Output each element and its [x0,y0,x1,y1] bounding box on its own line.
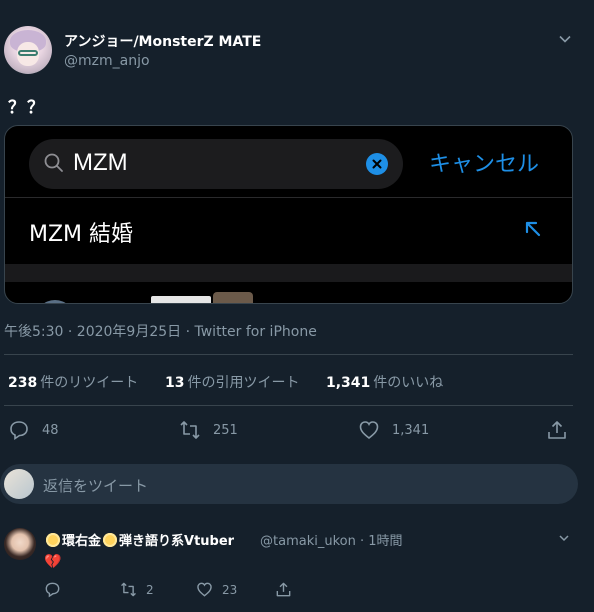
like-icon [197,582,212,597]
share-icon [276,582,291,597]
reply-tweet-actions: 2 23 [0,581,594,603]
chevron-down-icon[interactable] [558,532,570,544]
media-search-text: MZM [73,149,128,176]
media-partial-avatar [35,300,75,303]
sun-emoji-icon [46,533,60,547]
reply-retweet-button[interactable]: 2 [120,581,154,598]
divider [4,354,573,355]
quote-stat-count: 13 [165,375,185,391]
reply-text: 💔 [44,554,62,570]
tweet-header: アンジョー/MonsterZ MATE @mzm_anjo [0,20,594,80]
reply-author-name-part1: 環右金 [62,534,102,549]
retweet-count: 251 [213,422,238,438]
author-display-name[interactable]: アンジョー/MonsterZ MATE [64,31,261,51]
retweet-button[interactable]: 251 [179,418,238,442]
media-partial-text [151,296,211,303]
quote-stat[interactable]: 13 件の引用ツイート [165,372,299,392]
author-avatar[interactable] [4,26,52,74]
media-separator-band [5,264,572,282]
retweet-icon [180,421,200,439]
reply-author-name-part2: 弾き語り系Vtuber [119,534,235,549]
reply-author-name[interactable]: 環右金 弾き語り系Vtuber [44,530,234,549]
retweet-stat-label: 件のリツイート [40,375,139,391]
search-icon [44,153,63,172]
like-stat-count: 1,341 [326,375,371,391]
reply-author-handle-time[interactable]: @tamaki_ukon · 1時間 [260,530,403,549]
sun-emoji-icon [103,533,118,547]
media-search-bar: MZM [29,139,403,189]
share-button[interactable] [546,418,568,442]
media-divider [5,197,572,198]
quote-stat-label: 件の引用ツイート [187,375,300,391]
clear-icon [366,153,388,175]
reply-button[interactable]: 48 [8,418,59,442]
reply-like-button[interactable]: 23 [196,581,237,598]
reply-icon [45,582,60,598]
reply-author-avatar[interactable] [4,528,36,560]
arrow-up-left-icon [525,221,541,237]
reply-like-count: 23 [222,582,238,597]
retweet-icon [121,582,136,597]
reply-share-button[interactable] [275,581,292,598]
chevron-down-icon[interactable] [558,32,572,46]
like-count: 1,341 [392,422,430,438]
share-icon [548,421,566,439]
author-handle[interactable]: @mzm_anjo [64,53,150,69]
reply-icon [10,421,28,440]
tweet-timestamp[interactable]: 午後5:30 · 2020年9月25日 · Twitter for iPhone [4,321,317,341]
reply-placeholder[interactable]: 返信をツイート [43,475,148,496]
media-partial-image [213,292,253,303]
reply-tweet[interactable]: 環右金 弾き語り系Vtuber @tamaki_ukon · 1時間 💔 2 23 [0,522,594,612]
like-button[interactable]: 1,341 [358,418,429,442]
current-user-avatar [4,469,34,499]
tweet-actions: 48 251 1,341 [0,418,594,444]
tweet-media-image[interactable]: MZM キャンセル MZM 結婚 [4,125,573,304]
reply-retweet-count: 2 [146,582,154,597]
reply-composer[interactable]: 返信をツイート [0,464,578,504]
like-stat-label: 件のいいね [373,375,444,391]
like-stat[interactable]: 1,341 件のいいね [326,372,443,392]
media-cancel-label: キャンセル [429,152,540,177]
reply-count: 48 [42,422,59,438]
reply-reply-button[interactable] [44,581,61,598]
like-icon [359,421,379,440]
divider [4,405,573,406]
retweet-stat[interactable]: 238 件のリツイート [8,372,138,392]
retweet-stat-count: 238 [8,375,38,391]
media-suggestion: MZM 結婚 [29,222,134,247]
tweet-text: ？？ [8,98,46,118]
